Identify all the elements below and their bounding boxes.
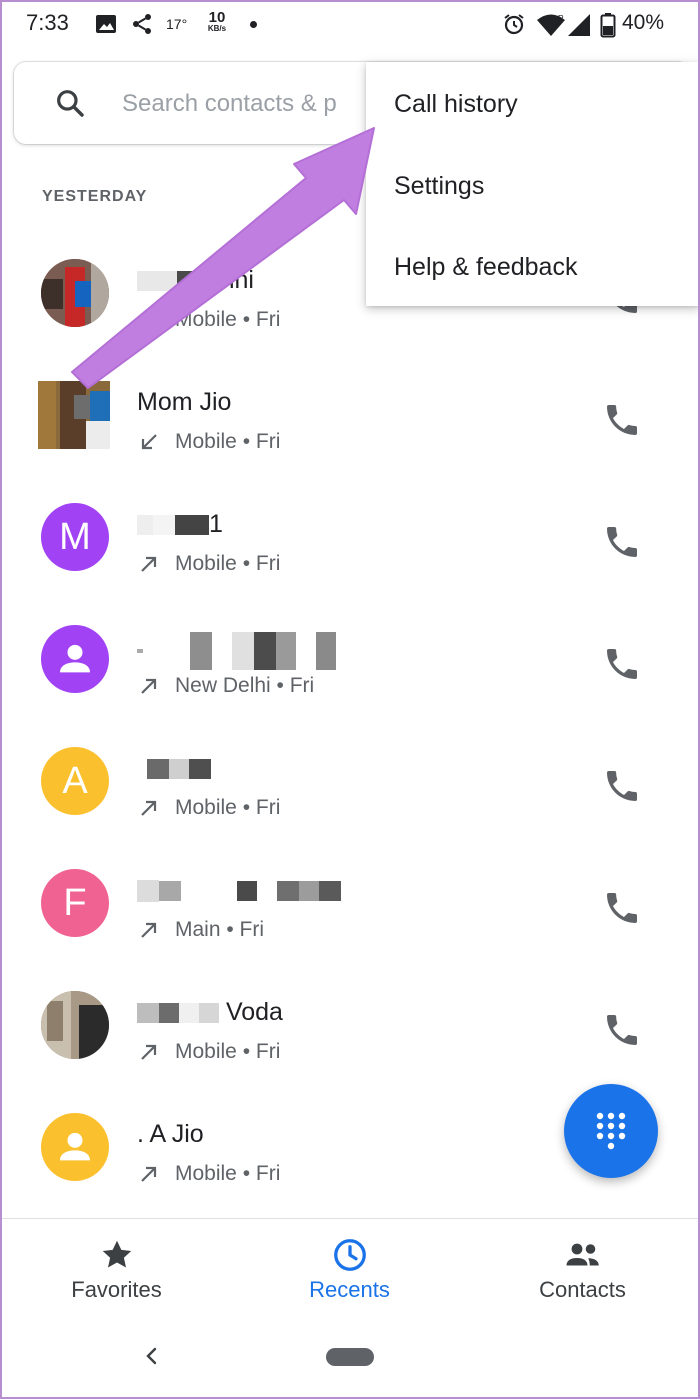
- status-time: 7:33: [26, 10, 69, 35]
- call-detail: Mobile • Fri: [137, 796, 280, 820]
- call-detail: New Delhi • Fri: [137, 674, 314, 698]
- status-bar: 7:33 17° 10 KB/s R 40%: [0, 0, 700, 52]
- person-icon: [60, 1132, 90, 1161]
- tab-label: Recents: [309, 1277, 390, 1302]
- battery-icon: [600, 13, 616, 38]
- call-icon[interactable]: [602, 522, 642, 562]
- outgoing-call-icon: [141, 800, 157, 816]
- call-detail-text: Mobile • Fri: [175, 430, 281, 453]
- incoming-call-icon: [141, 434, 157, 450]
- gallery-icon: [96, 15, 116, 33]
- person-icon: [60, 644, 90, 673]
- contact-name-text: Delhi: [197, 266, 254, 294]
- tab-label: Contacts: [539, 1277, 626, 1302]
- dialpad-button[interactable]: [564, 1084, 658, 1178]
- call-row[interactable]: M 1 Mobile • Fri: [0, 480, 700, 602]
- contact-avatar-photo: [41, 259, 109, 327]
- contact-avatar-photo: [41, 991, 109, 1059]
- bottom-navigation: Favorites Recents Contacts: [0, 1218, 700, 1318]
- status-battery: 40%: [622, 11, 665, 34]
- contact-name: [137, 876, 341, 905]
- contact-avatar-person: [41, 1113, 109, 1181]
- dialpad-icon: [596, 1112, 626, 1150]
- call-detail: Mobile • Fri: [137, 1162, 280, 1186]
- call-icon[interactable]: [602, 888, 642, 928]
- call-row[interactable]: F Main • Fri: [0, 846, 700, 968]
- outgoing-call-icon: [141, 1166, 157, 1182]
- star-icon: [102, 1240, 131, 1268]
- avatar-letter: F: [63, 881, 87, 924]
- contact-name: [137, 632, 336, 670]
- contact-name: Mom Jio: [137, 388, 232, 416]
- contact-avatar-letter: A: [41, 747, 109, 815]
- outgoing-call-icon: [141, 1044, 157, 1060]
- contact-avatar-letter: F: [41, 869, 109, 937]
- contact-name: Delhi: [137, 266, 254, 295]
- tab-label: Favorites: [71, 1277, 162, 1302]
- people-icon: [566, 1243, 599, 1266]
- call-detail-text: Mobile • Fri: [175, 1162, 281, 1185]
- clock-icon: [333, 1239, 366, 1271]
- status-temperature: 17°: [166, 16, 188, 32]
- call-row[interactable]: A Mobile • Fri: [0, 724, 700, 846]
- status-net-speed: 10 KB/s: [202, 10, 232, 33]
- back-icon[interactable]: [140, 1344, 164, 1368]
- call-detail-text: Mobile • Fri: [175, 308, 281, 331]
- call-icon[interactable]: [602, 1010, 642, 1050]
- tab-contacts[interactable]: Contacts: [466, 1219, 699, 1319]
- home-pill[interactable]: [326, 1348, 374, 1366]
- call-icon[interactable]: [602, 644, 642, 684]
- tab-recents[interactable]: Recents: [233, 1219, 466, 1319]
- outgoing-call-icon: [141, 678, 157, 694]
- call-detail: Mobile • Fri: [137, 308, 280, 332]
- call-detail-text: Mobile • Fri: [175, 552, 281, 575]
- call-row[interactable]: New Delhi • Fri: [0, 602, 700, 724]
- menu-item-settings[interactable]: Settings: [394, 172, 484, 201]
- avatar-letter: M: [59, 515, 91, 558]
- menu-item-help-feedback[interactable]: Help & feedback: [394, 253, 577, 282]
- call-detail: Mobile • Fri: [137, 1040, 280, 1064]
- net-speed-value: 10: [208, 9, 226, 26]
- wifi-icon: R: [537, 14, 565, 36]
- outgoing-call-icon: [141, 556, 157, 572]
- contact-name: . A Jio: [137, 1120, 204, 1148]
- call-detail: Main • Fri: [137, 918, 264, 942]
- contact-name: Voda: [137, 998, 283, 1027]
- call-detail-text: New Delhi • Fri: [175, 674, 315, 697]
- overflow-menu: Call history Settings Help & feedback: [366, 62, 700, 306]
- outgoing-call-icon: [141, 922, 157, 938]
- contact-name-text: Voda: [225, 998, 283, 1026]
- call-detail: Mobile • Fri: [137, 430, 280, 454]
- contact-avatar-person: [41, 625, 109, 693]
- call-detail: Mobile • Fri: [137, 552, 280, 576]
- call-row[interactable]: Voda Mobile • Fri: [0, 968, 700, 1090]
- call-icon[interactable]: [602, 400, 642, 440]
- call-row[interactable]: Mom Jio Mobile • Fri: [0, 358, 700, 480]
- avatar-letter: A: [62, 759, 88, 802]
- alarm-icon: [504, 14, 524, 35]
- call-icon[interactable]: [602, 766, 642, 806]
- search-icon: [57, 90, 84, 117]
- contact-name: 1: [137, 510, 223, 539]
- call-detail-text: Main • Fri: [175, 918, 265, 941]
- call-detail-text: Mobile • Fri: [175, 1040, 281, 1063]
- contact-name: [137, 754, 211, 783]
- contact-avatar-photo: [38, 381, 110, 449]
- svg-text:R: R: [558, 14, 564, 23]
- section-header-yesterday: YESTERDAY: [42, 188, 148, 205]
- net-speed-unit: KB/s: [207, 24, 227, 33]
- contact-avatar-letter: M: [41, 503, 109, 571]
- system-navigation: [0, 1318, 700, 1399]
- contact-name-text: 1: [209, 510, 223, 538]
- menu-item-call-history[interactable]: Call history: [394, 90, 518, 119]
- call-direction-icon: [137, 308, 161, 332]
- notification-dot: [250, 21, 257, 28]
- share-icon: [133, 14, 151, 34]
- signal-icon: [568, 14, 590, 36]
- tab-favorites[interactable]: Favorites: [0, 1219, 233, 1319]
- call-detail-text: Mobile • Fri: [175, 796, 281, 819]
